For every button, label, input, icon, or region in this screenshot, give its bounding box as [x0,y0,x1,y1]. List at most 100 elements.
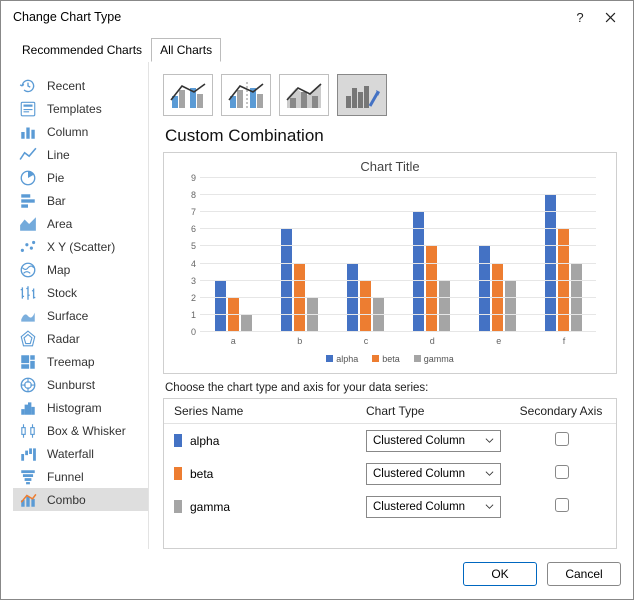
ok-button[interactable]: OK [463,562,537,586]
sidebar-item-label: Waterfall [47,447,94,461]
sidebar-item-label: Column [47,125,88,139]
header-chart-type: Chart Type [366,404,516,418]
series-instruction: Choose the chart type and axis for your … [165,382,615,394]
series-row: beta Clustered Column [164,457,616,490]
histogram-icon [19,399,37,417]
chart-bars [200,178,596,332]
tab-recommended-charts[interactable]: Recommended Charts [13,38,151,62]
sidebar-item-label: Combo [47,493,86,507]
header-secondary-axis: Secondary Axis [516,404,606,418]
header-series-name: Series Name [174,404,366,418]
sidebar-item-bar[interactable]: Bar [13,189,148,212]
sidebar-item-label: Box & Whisker [47,424,126,438]
area-icon [19,215,37,233]
series-name: alpha [190,434,219,448]
sidebar-item-surface[interactable]: Surface [13,304,148,327]
chevron-down-icon [485,502,494,511]
sidebar-item-label: Treemap [47,355,95,369]
series-swatch [174,434,182,447]
series-name: gamma [190,500,230,514]
chart-preview: Chart Title 0123456789 abcdef alphabetag… [163,152,617,374]
sidebar-item-waterfall[interactable]: Waterfall [13,442,148,465]
pie-icon [19,169,37,187]
recent-icon [19,77,37,95]
chart-type-sidebar: Recent Templates Column Line Pie Bar [13,62,149,549]
sidebar-item-label: X Y (Scatter) [47,240,115,254]
sidebar-item-scatter[interactable]: X Y (Scatter) [13,235,148,258]
combo-subtype-icon [342,78,382,112]
sidebar-item-histogram[interactable]: Histogram [13,396,148,419]
chart-xticks: abcdef [200,336,596,346]
secondary-axis-checkbox[interactable] [555,465,569,479]
cancel-button[interactable]: Cancel [547,562,621,586]
series-swatch [174,500,182,513]
titlebar: Change Chart Type ? [1,1,633,33]
combo-subtype-custom[interactable] [337,74,387,116]
combo-subtype-row [163,74,617,116]
dialog-title: Change Chart Type [13,10,565,24]
series-row: gamma Clustered Column [164,490,616,523]
sidebar-item-map[interactable]: Map [13,258,148,281]
sidebar-item-box-whisker[interactable]: Box & Whisker [13,419,148,442]
main-panel: Custom Combination Chart Title 012345678… [159,62,621,549]
sidebar-item-recent[interactable]: Recent [13,74,148,97]
stock-icon [19,284,37,302]
help-button[interactable]: ? [565,5,595,29]
subtype-title: Custom Combination [165,126,615,146]
sidebar-item-line[interactable]: Line [13,143,148,166]
chart-type-select[interactable]: Clustered Column [366,496,501,518]
sidebar-item-funnel[interactable]: Funnel [13,465,148,488]
chevron-down-icon [485,469,494,478]
chevron-down-icon [485,436,494,445]
sidebar-item-pie[interactable]: Pie [13,166,148,189]
combo-subtype-icon [226,78,266,112]
sidebar-item-area[interactable]: Area [13,212,148,235]
line-icon [19,146,37,164]
dialog-footer: OK Cancel [1,549,633,599]
sidebar-item-label: Histogram [47,401,102,415]
combo-icon [19,491,37,509]
secondary-axis-checkbox[interactable] [555,498,569,512]
sidebar-item-stock[interactable]: Stock [13,281,148,304]
sidebar-item-label: Line [47,148,70,162]
map-icon [19,261,37,279]
sidebar-item-treemap[interactable]: Treemap [13,350,148,373]
chart-legend: alphabetagamma [176,354,604,364]
waterfall-icon [19,445,37,463]
sidebar-item-label: Sunburst [47,378,95,392]
box-whisker-icon [19,422,37,440]
chart-type-select[interactable]: Clustered Column [366,463,501,485]
sidebar-item-sunburst[interactable]: Sunburst [13,373,148,396]
combo-subtype-icon [284,78,324,112]
chart-area: 0123456789 [200,178,596,332]
sidebar-item-column[interactable]: Column [13,120,148,143]
scatter-icon [19,238,37,256]
combo-subtype-clustered-column-line[interactable] [163,74,213,116]
sidebar-item-label: Stock [47,286,77,300]
secondary-axis-checkbox[interactable] [555,432,569,446]
sidebar-item-label: Map [47,263,70,277]
close-icon [605,12,616,23]
change-chart-type-dialog: Change Chart Type ? Recommended Charts A… [0,0,634,600]
series-row: alpha Clustered Column [164,424,616,457]
sidebar-item-label: Pie [47,171,64,185]
sidebar-item-radar[interactable]: Radar [13,327,148,350]
sunburst-icon [19,376,37,394]
sidebar-item-combo[interactable]: Combo [13,488,148,511]
sidebar-item-label: Area [47,217,72,231]
tab-all-charts[interactable]: All Charts [151,38,221,62]
sidebar-item-label: Bar [47,194,66,208]
series-swatch [174,467,182,480]
combo-subtype-stacked-area-clustered-column[interactable] [279,74,329,116]
close-button[interactable] [595,5,625,29]
chart-type-select[interactable]: Clustered Column [366,430,501,452]
sidebar-item-label: Funnel [47,470,84,484]
bar-icon [19,192,37,210]
combo-subtype-clustered-column-line-secondary[interactable] [221,74,271,116]
series-table-header: Series Name Chart Type Secondary Axis [164,399,616,424]
series-name: beta [190,467,213,481]
funnel-icon [19,468,37,486]
series-table: Series Name Chart Type Secondary Axis al… [163,398,617,549]
sidebar-item-templates[interactable]: Templates [13,97,148,120]
combo-subtype-icon [168,78,208,112]
